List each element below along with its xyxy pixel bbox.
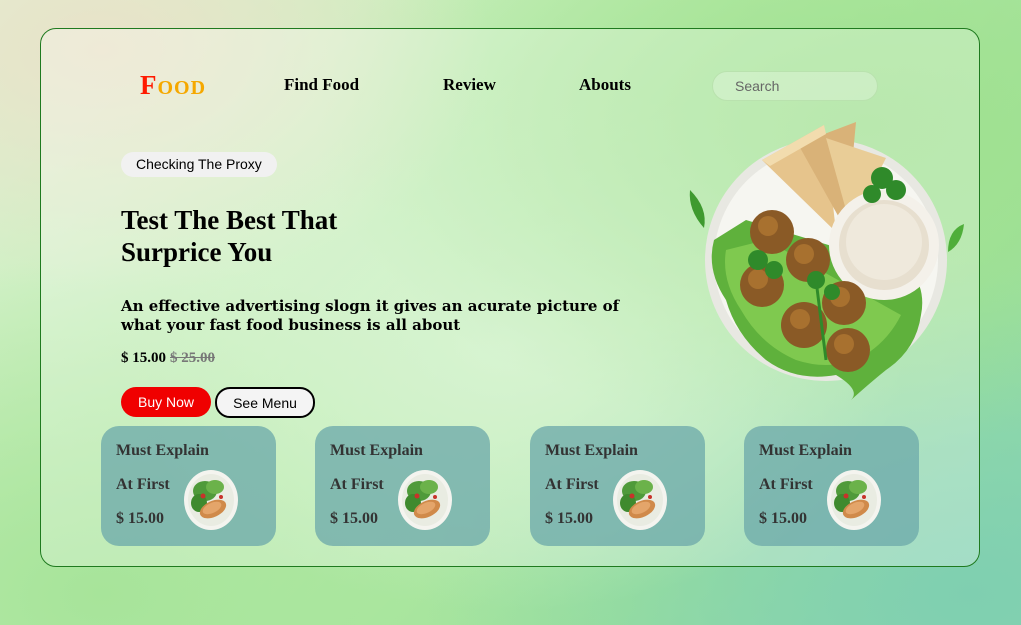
buy-now-button[interactable]: Buy Now xyxy=(121,387,211,417)
salad-plate-image xyxy=(827,470,881,530)
food-card[interactable]: Must Explain At First $ 15.00 xyxy=(315,426,490,546)
search-input[interactable] xyxy=(712,71,878,101)
headline-line-2: Surprice You xyxy=(121,237,273,267)
card-subtitle: At First xyxy=(116,476,170,493)
card-subtitle: At First xyxy=(759,476,813,493)
nav-abouts[interactable]: Abouts xyxy=(579,75,631,95)
nav-find-food[interactable]: Find Food xyxy=(284,75,359,95)
nav-review[interactable]: Review xyxy=(443,75,496,95)
salad-plate-image xyxy=(613,470,667,530)
salad-plate-image xyxy=(398,470,452,530)
card-price: $ 15.00 xyxy=(116,510,164,527)
card-title: Must Explain xyxy=(116,442,209,459)
card-title: Must Explain xyxy=(545,442,638,459)
card-title: Must Explain xyxy=(330,442,423,459)
food-card[interactable]: Must Explain At First $ 15.00 xyxy=(101,426,276,546)
logo[interactable]: FOOD xyxy=(140,70,206,101)
logo-rest: OOD xyxy=(157,77,207,99)
headline-line-1: Test The Best That xyxy=(121,205,338,235)
card-price: $ 15.00 xyxy=(759,510,807,527)
card-price: $ 15.00 xyxy=(545,510,593,527)
food-card[interactable]: Must Explain At First $ 15.00 xyxy=(744,426,919,546)
hero-headline: Test The Best That Surprice You xyxy=(121,204,441,268)
food-card[interactable]: Must Explain At First $ 15.00 xyxy=(530,426,705,546)
hero-description: An effective advertising slogn it gives … xyxy=(121,297,620,334)
hero-tag: Checking The Proxy xyxy=(121,152,277,177)
card-subtitle: At First xyxy=(330,476,384,493)
falafel-plate-image xyxy=(689,122,964,400)
price-old: $ 25.00 xyxy=(170,350,215,366)
card-subtitle: At First xyxy=(545,476,599,493)
hero-price: $ 15.00 $ 25.00 xyxy=(121,350,215,367)
card-title: Must Explain xyxy=(759,442,852,459)
logo-initial: F xyxy=(140,70,158,100)
salad-plate-image xyxy=(184,470,238,530)
card-price: $ 15.00 xyxy=(330,510,378,527)
see-menu-button[interactable]: See Menu xyxy=(215,387,315,418)
price-current: $ 15.00 xyxy=(121,350,166,366)
